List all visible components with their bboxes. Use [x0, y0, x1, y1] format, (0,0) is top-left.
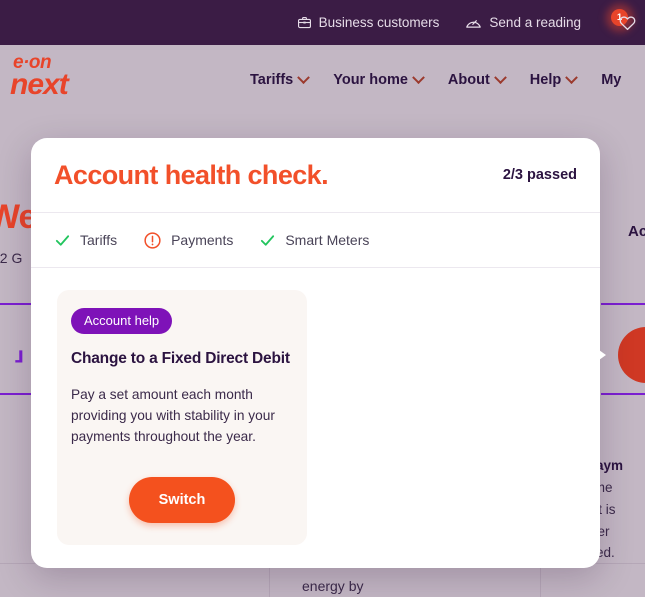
notifications-button[interactable]: 1: [606, 3, 637, 36]
gauge-icon: [465, 15, 482, 30]
nav-item-my-account[interactable]: My: [601, 72, 621, 88]
nav-item-help[interactable]: Help: [529, 70, 579, 88]
carousel-next-button[interactable]: [592, 328, 614, 382]
chevron-down-icon: [565, 70, 579, 84]
card-action-row: Switch: [71, 477, 293, 524]
modal-title: Account health check.: [54, 159, 329, 190]
status-item-payments[interactable]: Payments: [143, 231, 233, 250]
chevron-down-icon: [297, 70, 311, 84]
send-a-reading-label: Send a reading: [489, 15, 581, 30]
modal-header: Account health check. 2/3 passed: [31, 138, 600, 212]
nav-item-tariffs[interactable]: Tariffs: [250, 70, 311, 88]
account-health-check-modal: Account health check. 2/3 passed Tariffs: [31, 138, 600, 568]
status-item-payments-label: Payments: [171, 232, 234, 248]
status-item-smart-meters-label: Smart Meters: [285, 232, 370, 248]
background-column-divider-2: [540, 563, 541, 597]
check-icon: [54, 232, 71, 249]
background-glyph: ⸥: [12, 328, 26, 366]
top-utility-bar: Business customers Send a reading 1: [0, 0, 645, 45]
nav-item-about[interactable]: About: [447, 70, 507, 88]
background-bottom-text: energy by: [302, 578, 364, 594]
status-item-tariffs[interactable]: Tariffs: [54, 232, 117, 249]
card-category-badge: Account help: [71, 308, 173, 334]
modal-body: Account help Change to a Fixed Direct De…: [31, 268, 600, 546]
background-hero-subtitle: 92 G: [0, 250, 23, 266]
background-circle-button[interactable]: [618, 327, 645, 383]
business-customers-link[interactable]: Business customers: [297, 15, 440, 30]
nav-item-tariffs-label: Tariffs: [250, 72, 294, 88]
chevron-down-icon: [412, 70, 425, 84]
status-item-smart-meters[interactable]: Smart Meters: [259, 232, 369, 249]
exclamation-circle-icon: [143, 231, 162, 250]
logo-line-next: next: [10, 68, 69, 101]
check-icon: [259, 232, 276, 249]
main-navigation-bar: e·on next Tariffs Your home About Help M…: [0, 45, 645, 123]
nav-item-my-account-label: My: [601, 72, 622, 88]
account-help-card: Account help Change to a Fixed Direct De…: [57, 290, 307, 546]
carousel-next-icon: [592, 328, 606, 382]
status-item-tariffs-label: Tariffs: [80, 232, 118, 248]
chevron-down-icon: [493, 70, 507, 84]
nav-item-help-label: Help: [529, 72, 562, 88]
nav-item-about-label: About: [447, 72, 490, 88]
briefcase-icon: [297, 15, 312, 30]
eon-next-logo[interactable]: e·on next: [10, 53, 110, 100]
page-root: We 92 G ⸥ Ac xt paym payme ment is s aft…: [0, 0, 645, 597]
nav-links: Tariffs Your home About Help My: [250, 70, 621, 88]
card-description: Pay a set amount each month providing yo…: [71, 386, 275, 445]
background-column-divider-1: [269, 563, 270, 597]
background-divider-right-bottom: [601, 393, 645, 395]
switch-button[interactable]: Switch: [128, 477, 236, 524]
nav-item-your-home-label: Your home: [333, 72, 408, 88]
nav-item-your-home[interactable]: Your home: [333, 70, 425, 88]
background-divider-right-top: [601, 303, 645, 305]
card-title: Change to a Fixed Direct Debit: [71, 350, 290, 367]
background-right-title: Ac: [628, 223, 645, 240]
business-customers-label: Business customers: [318, 15, 440, 30]
health-score-badge: 2/3 passed: [502, 167, 577, 183]
send-a-reading-link[interactable]: Send a reading: [465, 15, 581, 30]
health-status-row: Tariffs Payments Smart Meters: [31, 212, 600, 268]
